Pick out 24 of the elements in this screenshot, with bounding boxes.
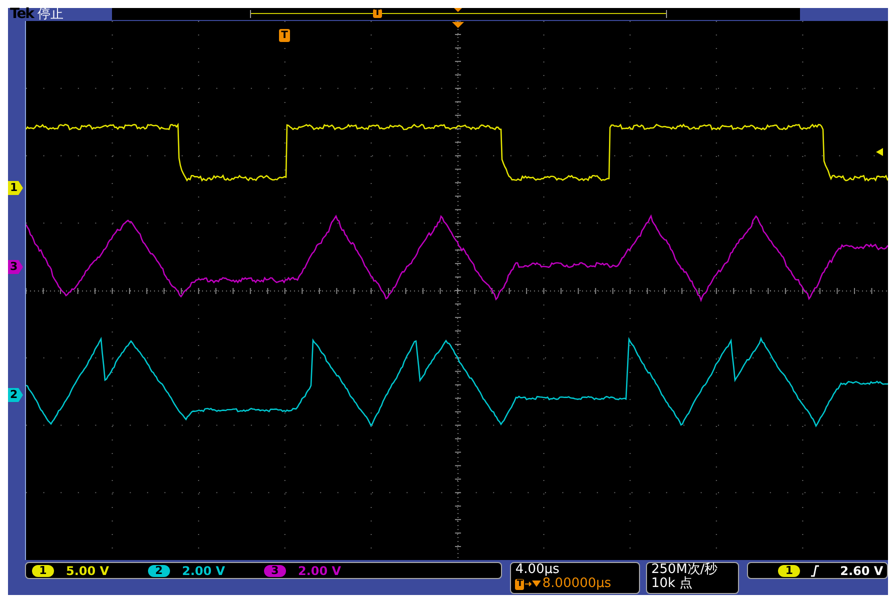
trigger-badge: T [515,578,524,590]
channel-marker: 1 [8,181,23,195]
channel-scale: 5.00 V [66,564,110,578]
run-status: 停止 [38,8,64,21]
trigger-delay: 8.00000µs [542,577,612,591]
trigger-level: 2.60 V [840,564,884,578]
channel-badge[interactable]: 2 [148,564,170,576]
channel-marker: 3 [8,260,23,274]
trigger-marker: T [279,29,290,42]
time-per-division: 4.00µs [515,562,560,577]
brand-logo: Tek [10,8,34,21]
channel-scale: 2.00 V [298,564,342,578]
rising-edge-icon [810,564,820,576]
trigger-source-badge[interactable]: 1 [778,564,800,576]
channel-marker: 2 [8,388,23,402]
channel-badge[interactable]: 1 [32,564,54,576]
trigger-level-icon [876,148,883,156]
record-length: 10k 点 [651,576,692,591]
arrow-icon [525,579,542,589]
channel-scale: 2.00 V [182,564,226,578]
channel-badge[interactable]: 3 [264,564,286,576]
triangle-icon [454,8,462,12]
sample-rate: 250M次/秒 [651,562,718,577]
trigger-position-icon [452,22,464,28]
